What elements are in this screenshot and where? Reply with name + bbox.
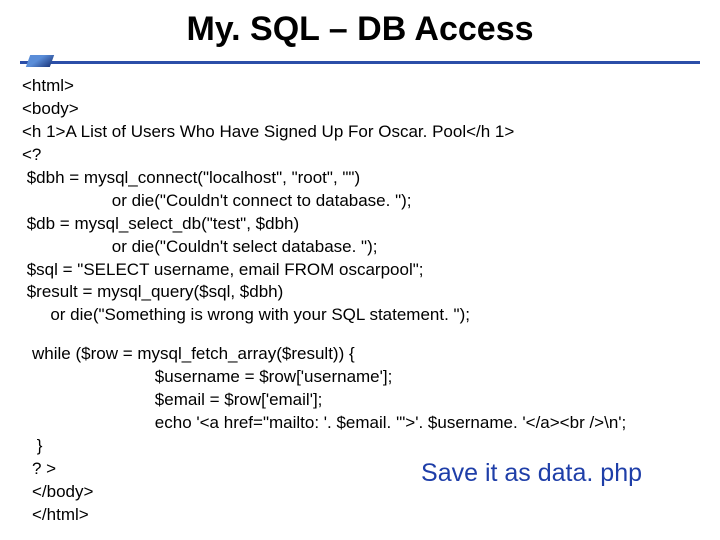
divider-line [20, 61, 700, 64]
slide: My. SQL – DB Access <html> <body> <h 1>A… [0, 0, 720, 540]
save-note: Save it as data. php [421, 459, 642, 488]
code-block-2: while ($row = mysql_fetch_array($result)… [32, 343, 700, 527]
divider-diamond-icon [26, 55, 54, 67]
code-block-1: <html> <body> <h 1>A List of Users Who H… [22, 75, 700, 327]
title-divider [20, 57, 700, 67]
slide-title: My. SQL – DB Access [20, 10, 700, 49]
